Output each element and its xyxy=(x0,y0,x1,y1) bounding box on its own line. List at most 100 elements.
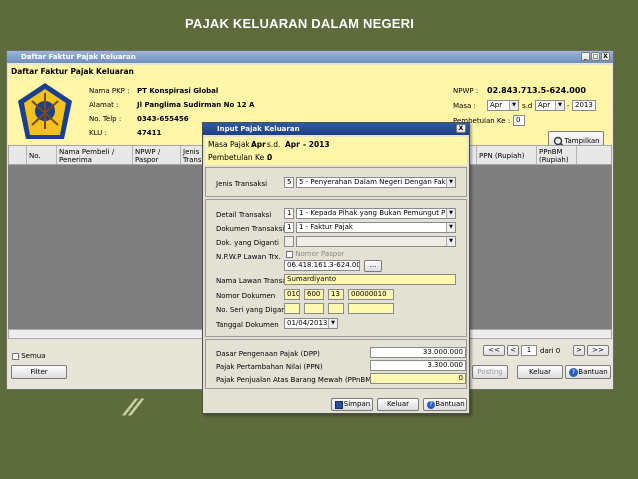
dialog-title: Input Pajak Keluaran xyxy=(217,125,300,133)
klu-label: KLU : xyxy=(89,129,107,137)
col-ppnbm[interactable]: PPnBM (Rupiah) xyxy=(537,146,577,164)
klu-value: 47411 xyxy=(137,129,162,137)
decorative-mark: ⁄⁄ ⁄⁄ xyxy=(128,396,139,421)
dialog-bantuan-button[interactable]: ? Bantuan xyxy=(423,398,467,411)
main-titlebar: Daftar Faktur Pajak Keluaran _ □ X xyxy=(7,51,613,63)
nama-pkp-value: PT Konspirasi Global xyxy=(137,87,219,95)
chevron-down-icon: ▼ xyxy=(555,101,564,110)
filter-button[interactable]: Filter xyxy=(11,365,67,379)
nomor-dokumen-label: Nomor Dokumen xyxy=(216,292,276,300)
dialog-titlebar: Input Pajak Keluaran X xyxy=(203,123,469,135)
masa-to-select[interactable]: Apr ▼ xyxy=(535,100,565,111)
nav-last-button[interactable]: >> xyxy=(587,345,609,356)
col-ppn[interactable]: PPN (Rupiah) xyxy=(477,146,537,164)
dialog-year: - 2013 xyxy=(303,140,330,149)
nomor-dokumen-4[interactable]: 00000010 xyxy=(348,289,394,300)
detail-label: Detail Transaksi xyxy=(216,211,272,219)
simpan-button[interactable]: Simpan xyxy=(331,398,373,411)
keluar-button[interactable]: Keluar xyxy=(517,365,563,379)
page-heading: Daftar Faktur Pajak Keluaran xyxy=(11,67,134,76)
jenis-label: Jenis Transaksi xyxy=(216,180,268,188)
main-window-title: Daftar Faktur Pajak Keluaran xyxy=(21,53,136,61)
save-icon xyxy=(335,401,343,409)
pembetulan-input[interactable]: 0 xyxy=(513,115,525,126)
jenis-panel: Jenis Transaksi 5 5 - Penyerahan Dalam N… xyxy=(205,167,467,197)
npwp-label: NPWP : xyxy=(453,87,479,95)
year-input[interactable]: 2013 xyxy=(572,100,596,111)
minimize-button[interactable]: _ xyxy=(581,52,590,61)
chevron-down-icon: ▼ xyxy=(446,209,455,218)
detail-code-input[interactable]: 1 xyxy=(284,208,294,219)
chevron-down-icon: ▼ xyxy=(509,101,518,110)
jenis-select[interactable]: 5 - Penyerahan Dalam Negeri Dengan Faktu… xyxy=(296,177,456,188)
dialog-pembetulan-label: Pembetulan Ke : xyxy=(208,153,270,162)
diganti-label: Dok. yang Diganti xyxy=(216,239,279,247)
dialog-masa-to: Apr xyxy=(285,140,300,149)
chevron-down-icon: ▼ xyxy=(446,223,455,232)
npwp-trx-label: N.P.W.P Lawan Trx. xyxy=(216,253,281,261)
dialog-sd-label: s.d. xyxy=(267,140,281,149)
seri-diganti-label: No. Seri yang Diganti xyxy=(216,306,291,314)
masa-from-select[interactable]: Apr ▼ xyxy=(487,100,519,111)
col-no[interactable]: No. xyxy=(27,146,57,164)
alamat-label: Alamat : xyxy=(89,101,119,109)
col-npwp[interactable]: NPWP / Paspor xyxy=(133,146,181,164)
dash-label: - xyxy=(567,102,570,110)
help-icon: ? xyxy=(569,368,578,377)
masa-label: Masa : xyxy=(453,102,476,110)
nav-prev-button[interactable]: < xyxy=(507,345,519,356)
dialog-pembetulan-value: 0 xyxy=(267,153,273,162)
browse-button[interactable]: ... xyxy=(364,260,382,272)
maximize-button[interactable]: □ xyxy=(591,52,600,61)
close-button[interactable]: X xyxy=(601,52,610,61)
tanggal-picker[interactable]: 01/04/2013 ▼ xyxy=(284,318,338,329)
nomor-dokumen-3[interactable]: 13 xyxy=(328,289,344,300)
nav-next-button[interactable]: > xyxy=(573,345,585,356)
nav-first-button[interactable]: << xyxy=(483,345,505,356)
seri-diganti-1[interactable] xyxy=(284,303,300,314)
posting-button[interactable]: Posting xyxy=(472,365,508,379)
col-nama[interactable]: Nama Pembeli / Penerima xyxy=(57,146,133,164)
diganti-code-input[interactable] xyxy=(284,236,294,247)
seri-diganti-3[interactable] xyxy=(328,303,344,314)
sd-label: s.d xyxy=(522,102,533,110)
npwp-trx-input[interactable]: 06.418.161.3-624.000 xyxy=(284,260,360,271)
dpp-label: Dasar Pengenaan Pajak (DPP) xyxy=(216,350,320,358)
ppn-input[interactable]: 3.300.000 xyxy=(370,360,466,371)
input-dialog: Input Pajak Keluaran X Masa Pajak : Apr … xyxy=(202,122,470,414)
nama-pkp-label: Nama PKP : xyxy=(89,87,130,95)
diganti-select[interactable]: ▼ xyxy=(296,236,456,247)
ppnbm-label: Pajak Penjualan Atas Barang Mewah (PPnBM… xyxy=(216,376,375,384)
jenis-code-input[interactable]: 5 xyxy=(284,177,294,188)
ppn-label: Pajak Pertambahan Nilai (PPN) xyxy=(216,363,323,371)
page-count: dari 0 xyxy=(540,347,561,355)
chevron-down-icon: ▼ xyxy=(328,319,337,328)
nomor-paspor-checkbox[interactable]: Nomor Paspor xyxy=(286,250,344,258)
nomor-dokumen-1[interactable]: 010 xyxy=(284,289,300,300)
seri-diganti-2[interactable] xyxy=(304,303,324,314)
alamat-value: Jl Panglima Sudirman No 12 A xyxy=(137,101,255,109)
bantuan-button[interactable]: ? Bantuan xyxy=(565,365,611,379)
semua-checkbox[interactable]: Semua xyxy=(12,352,46,360)
page-input[interactable]: 1 xyxy=(521,345,537,356)
detail-panel: Detail Transaksi 1 1 - Kepada Pihak yang… xyxy=(205,199,467,337)
nama-lawan-input[interactable]: Sumardiyanto xyxy=(284,274,456,285)
dialog-masa-value: Apr xyxy=(251,140,266,149)
chevron-down-icon: ▼ xyxy=(446,178,455,187)
detail-select[interactable]: 1 - Kepada Pihak yang Bukan Pemungut PPN… xyxy=(296,208,456,219)
slide-title: PAJAK KELUARAN DALAM NEGERI xyxy=(185,16,415,31)
dokumen-label: Dokumen Transaksi xyxy=(216,225,285,233)
telp-value: 0343-655456 xyxy=(137,115,189,123)
dialog-keluar-button[interactable]: Keluar xyxy=(377,398,419,411)
dokumen-select[interactable]: 1 - Faktur Pajak ▼ xyxy=(296,222,456,233)
nomor-dokumen-2[interactable]: 600 xyxy=(304,289,324,300)
dialog-close-button[interactable]: X xyxy=(456,124,466,133)
tanggal-label: Tanggal Dokumen xyxy=(216,321,279,329)
dpp-input[interactable]: 33.000.000 xyxy=(370,347,466,358)
seri-diganti-4[interactable] xyxy=(348,303,394,314)
ppnbm-input[interactable]: 0 xyxy=(370,373,466,384)
dokumen-code-input[interactable]: 1 xyxy=(284,222,294,233)
help-icon: ? xyxy=(427,401,435,409)
npwp-value: 02.843.713.5-624.000 xyxy=(487,86,586,95)
telp-label: No. Telp : xyxy=(89,115,122,123)
